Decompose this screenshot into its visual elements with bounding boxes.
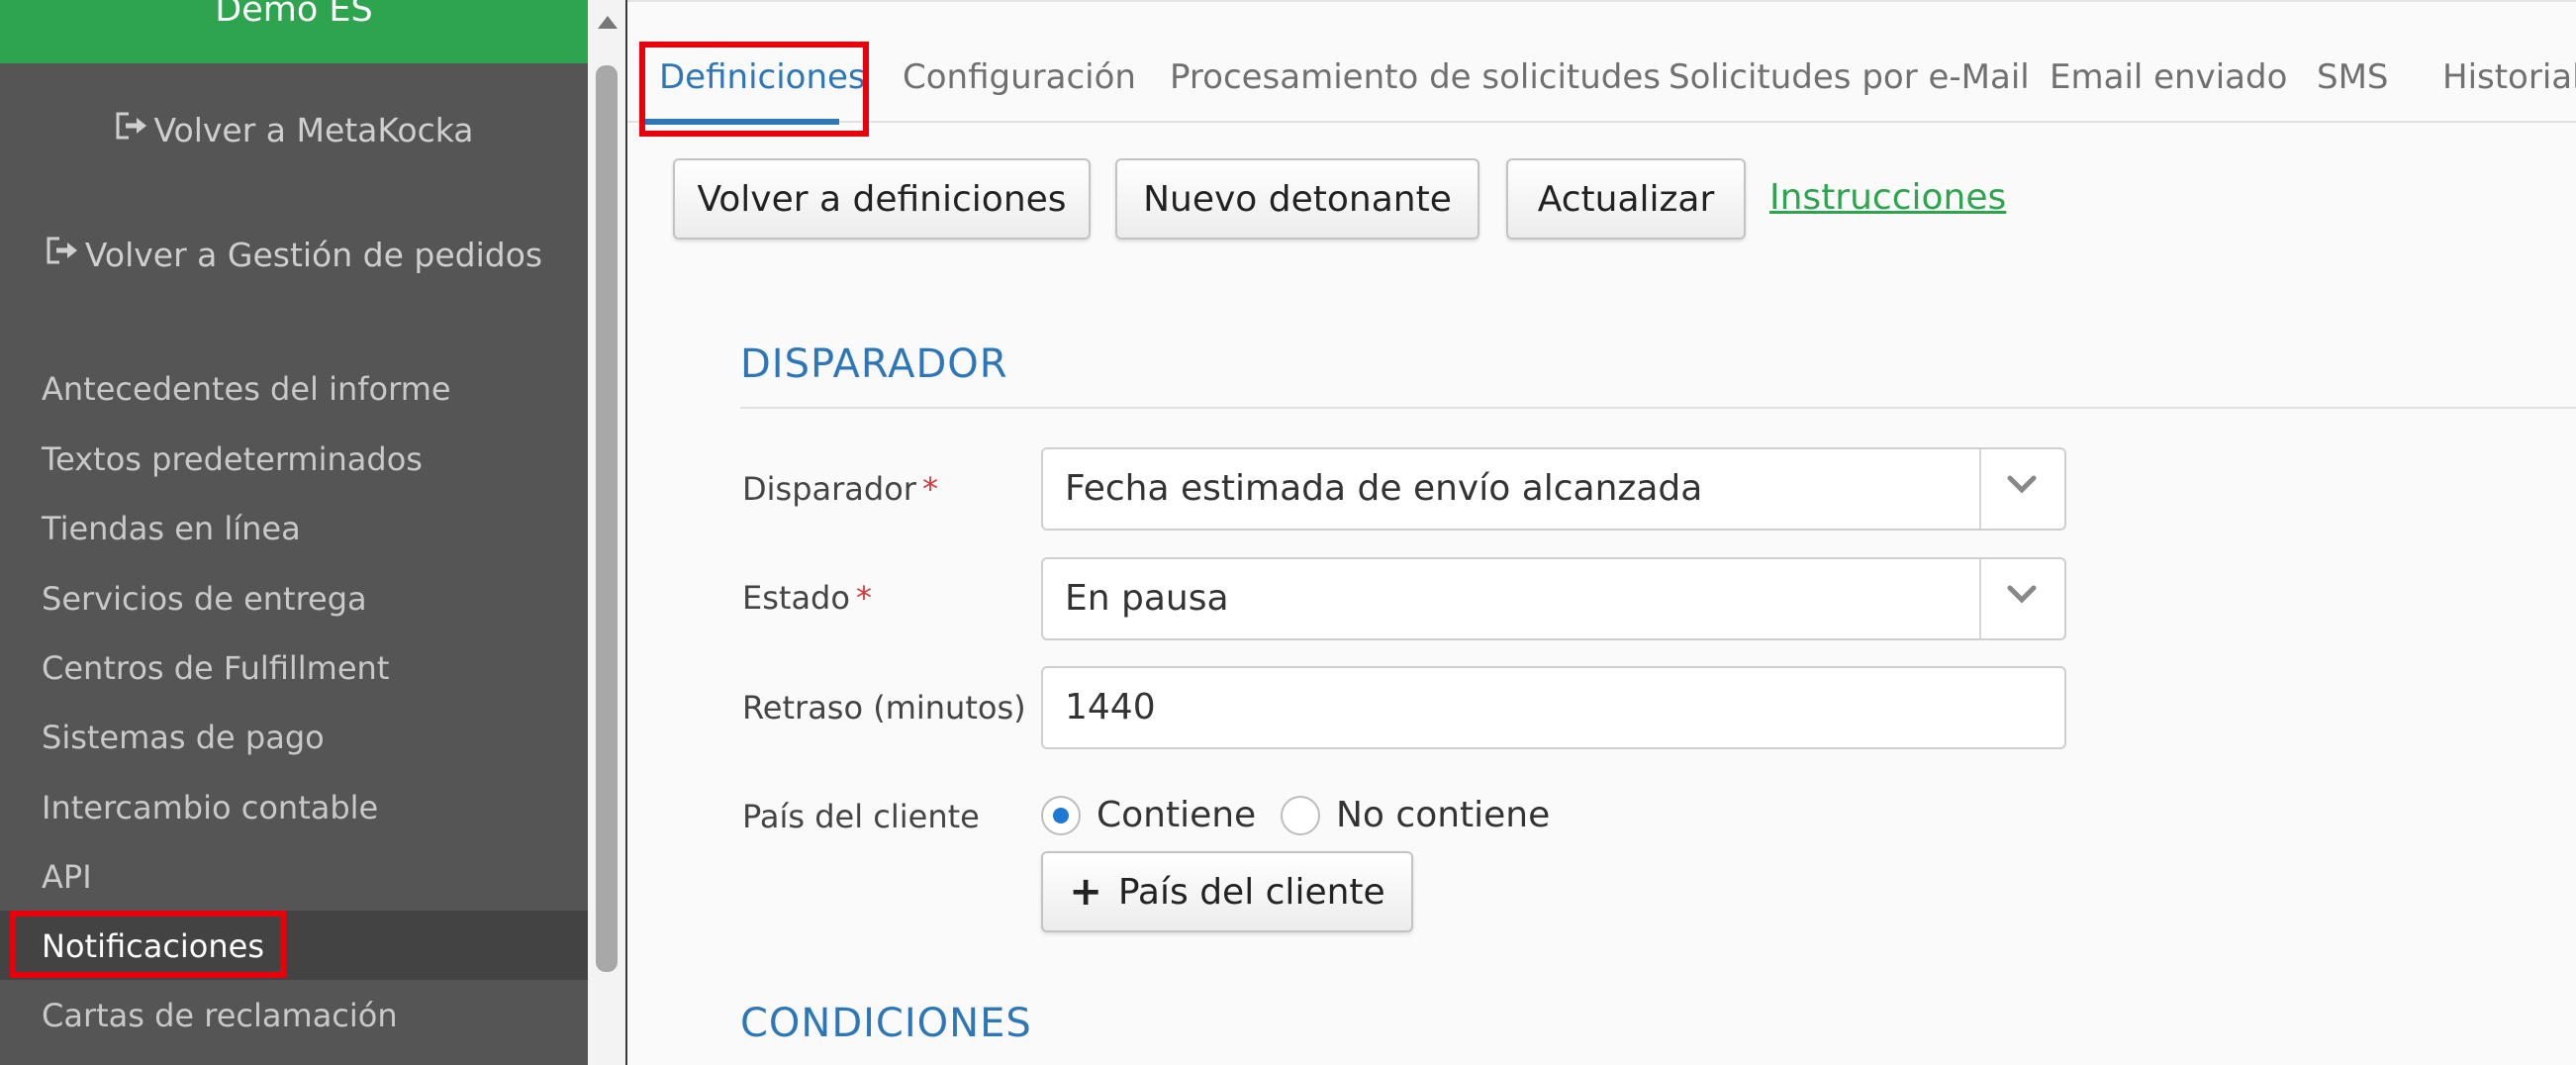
- sidebar-item-delivery-services[interactable]: Servicios de entrega: [42, 577, 367, 621]
- tab-email-sent[interactable]: Email enviado: [2050, 53, 2287, 101]
- state-select[interactable]: En pausa: [1041, 557, 2066, 640]
- back-to-order-management-label: Volver a Gestión de pedidos: [84, 236, 543, 274]
- sidebar-item-default-texts[interactable]: Textos predeterminados: [42, 437, 423, 481]
- tab-sms[interactable]: SMS: [2317, 53, 2389, 101]
- trigger-select[interactable]: Fecha estimada de envío alcanzada: [1041, 447, 2066, 531]
- section-title-conditions: CONDICIONES: [740, 1001, 1032, 1046]
- back-to-metakocka-label: Volver a MetaKocka: [153, 111, 474, 149]
- delay-minutes-input[interactable]: 1440: [1041, 666, 2066, 749]
- add-customer-country-button[interactable]: + País del cliente: [1041, 851, 1413, 932]
- radio-contains-label[interactable]: Contiene: [1097, 792, 1256, 839]
- sidebar: Demo ES Volver a MetaKocka Volver a Gest…: [0, 0, 588, 1065]
- state-select-value: En pausa: [1065, 578, 1229, 619]
- scroll-up-arrow-icon[interactable]: [598, 16, 618, 29]
- radio-not-contains-label[interactable]: No contiene: [1336, 792, 1550, 839]
- sidebar-scrollbar[interactable]: [588, 0, 627, 1065]
- select-separator: [1979, 449, 1981, 529]
- radio-contains[interactable]: [1041, 796, 1081, 835]
- new-trigger-button[interactable]: Nuevo detonante: [1115, 158, 1479, 240]
- tab-bar: Definiciones Configuración Procesamiento…: [627, 0, 2576, 125]
- scrollbar-thumb[interactable]: [596, 65, 618, 972]
- tab-configuration[interactable]: Configuración: [903, 53, 1136, 101]
- plus-icon: +: [1069, 869, 1102, 915]
- chevron-down-icon[interactable]: [2007, 469, 2037, 499]
- sidebar-item-accounting-exchange[interactable]: Intercambio contable: [42, 786, 378, 829]
- brand-label: Demo ES: [215, 0, 373, 30]
- radio-not-contains[interactable]: [1281, 796, 1320, 835]
- active-tab-underline: [645, 119, 839, 125]
- required-asterisk: *: [855, 579, 872, 617]
- select-separator: [1979, 559, 1981, 638]
- sign-out-icon: [46, 233, 79, 276]
- back-to-definitions-button[interactable]: Volver a definiciones: [673, 158, 1091, 240]
- add-customer-country-label: País del cliente: [1117, 871, 1385, 913]
- tab-history[interactable]: Historial: [2442, 53, 2576, 101]
- back-to-metakocka-link[interactable]: Volver a MetaKocka: [0, 109, 588, 152]
- section-divider: [740, 407, 2576, 409]
- sidebar-item-online-stores[interactable]: Tiendas en línea: [42, 507, 301, 550]
- sidebar-item-api[interactable]: API: [42, 855, 92, 899]
- section-title-trigger: DISPARADOR: [740, 341, 1008, 387]
- sidebar-item-payment-systems[interactable]: Sistemas de pago: [42, 716, 325, 759]
- back-to-order-management-link[interactable]: Volver a Gestión de pedidos: [0, 234, 588, 277]
- tab-definitions[interactable]: Definiciones: [659, 53, 866, 101]
- sign-out-icon: [115, 108, 148, 151]
- tab-request-processing[interactable]: Procesamiento de solicitudes: [1170, 53, 1661, 101]
- chevron-down-icon[interactable]: [2007, 579, 2037, 609]
- state-field-label: Estado *: [742, 576, 872, 620]
- main-content: Definiciones Configuración Procesamiento…: [627, 0, 2576, 1065]
- refresh-button[interactable]: Actualizar: [1506, 158, 1746, 240]
- tab-email-requests[interactable]: Solicitudes por e-Mail: [1669, 53, 2030, 101]
- sidebar-item-notifications[interactable]: Notificaciones: [42, 924, 264, 968]
- trigger-field-label: Disparador *: [742, 467, 938, 511]
- trigger-label-text: Disparador: [742, 470, 916, 508]
- sidebar-item-fulfillment-centers[interactable]: Centros de Fulfillment: [42, 646, 389, 690]
- trigger-select-value: Fecha estimada de envío alcanzada: [1065, 468, 1703, 509]
- radio-selected-dot: [1053, 808, 1069, 823]
- required-asterisk: *: [921, 470, 938, 508]
- customer-country-label: País del cliente: [742, 798, 980, 835]
- brand-bar: Demo ES: [0, 0, 588, 63]
- sidebar-item-report-background[interactable]: Antecedentes del informe: [42, 367, 451, 411]
- instructions-link[interactable]: Instrucciones: [1769, 174, 2006, 222]
- delay-field-label: Retraso (minutos): [742, 689, 1026, 726]
- state-label-text: Estado: [742, 579, 850, 617]
- sidebar-item-complaint-letters[interactable]: Cartas de reclamación: [42, 994, 398, 1037]
